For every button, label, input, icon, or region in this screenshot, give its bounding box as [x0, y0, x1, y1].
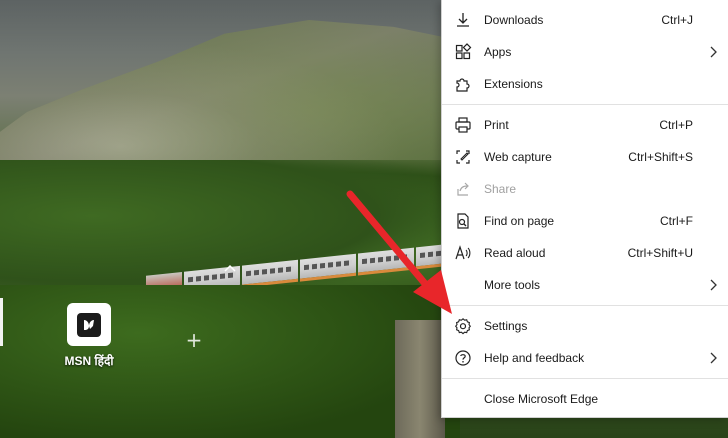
menu-item-label: Find on page	[484, 214, 555, 228]
viaduct	[395, 320, 445, 438]
menu-item-more-tools[interactable]: More tools	[442, 269, 728, 301]
menu-item-apps[interactable]: Apps	[442, 36, 728, 68]
menu-divider	[442, 378, 728, 379]
menu-item-help-and-feedback[interactable]: Help and feedback	[442, 342, 728, 374]
quick-link-msn-hindi[interactable]: MSN हिंदी	[56, 303, 122, 369]
menu-item-share: Share	[442, 173, 728, 205]
menu-item-label: Downloads	[484, 13, 544, 27]
gear-icon	[454, 317, 472, 335]
menu-divider	[442, 104, 728, 105]
menu-item-label: Extensions	[484, 77, 543, 91]
menu-item-read-aloud[interactable]: Read aloud Ctrl+Shift+U	[442, 237, 728, 269]
menu-item-label: Apps	[484, 45, 512, 59]
menu-item-label: More tools	[484, 278, 541, 292]
puzzle-icon	[454, 75, 472, 93]
menu-item-find-on-page[interactable]: Find on page Ctrl+F	[442, 205, 728, 237]
apps-icon	[454, 43, 472, 61]
menu-item-print[interactable]: Print Ctrl+P	[442, 109, 728, 141]
help-icon	[454, 349, 472, 367]
menu-item-label: Share	[484, 182, 517, 196]
train-coach	[242, 259, 298, 288]
chevron-up-icon[interactable]	[224, 263, 236, 273]
menu-item-label: Web capture	[484, 150, 552, 164]
web-capture-icon	[454, 148, 472, 166]
menu-item-shortcut: Ctrl+J	[661, 13, 693, 27]
train-coach	[300, 253, 356, 282]
menu-item-shortcut: Ctrl+F	[660, 214, 693, 228]
menu-item-settings[interactable]: Settings	[442, 310, 728, 342]
printer-icon	[454, 116, 472, 134]
menu-divider	[442, 305, 728, 306]
menu-item-shortcut: Ctrl+P	[659, 118, 693, 132]
plus-icon[interactable]: +	[185, 330, 203, 350]
browser-settings-menu: Downloads Ctrl+J Apps Extensions Print C…	[441, 0, 728, 418]
menu-item-extensions[interactable]: Extensions	[442, 68, 728, 100]
menu-item-shortcut: Ctrl+Shift+S	[628, 150, 693, 164]
menu-item-web-capture[interactable]: Web capture Ctrl+Shift+S	[442, 141, 728, 173]
quick-link-icon-box	[67, 303, 111, 346]
find-icon	[454, 212, 472, 230]
msn-butterfly-icon	[77, 312, 101, 337]
menu-item-label: Read aloud	[484, 246, 546, 260]
menu-item-label: Close Microsoft Edge	[484, 392, 599, 406]
left-edge-indicator	[0, 298, 3, 346]
menu-item-label: Print	[484, 118, 509, 132]
menu-item-close-microsoft-edge[interactable]: Close Microsoft Edge	[442, 383, 728, 415]
menu-item-label: Help and feedback	[484, 351, 585, 365]
chevron-right-icon	[710, 46, 717, 58]
menu-item-shortcut: Ctrl+Shift+U	[627, 246, 693, 260]
train-coach	[358, 247, 414, 276]
read-aloud-icon	[454, 244, 472, 262]
quick-link-label: MSN हिंदी	[64, 354, 114, 368]
chevron-right-icon	[710, 279, 717, 291]
chevron-right-icon	[710, 352, 717, 364]
download-icon	[454, 11, 472, 29]
menu-item-label: Settings	[484, 319, 528, 333]
share-icon	[454, 180, 472, 198]
menu-item-downloads[interactable]: Downloads Ctrl+J	[442, 4, 728, 36]
